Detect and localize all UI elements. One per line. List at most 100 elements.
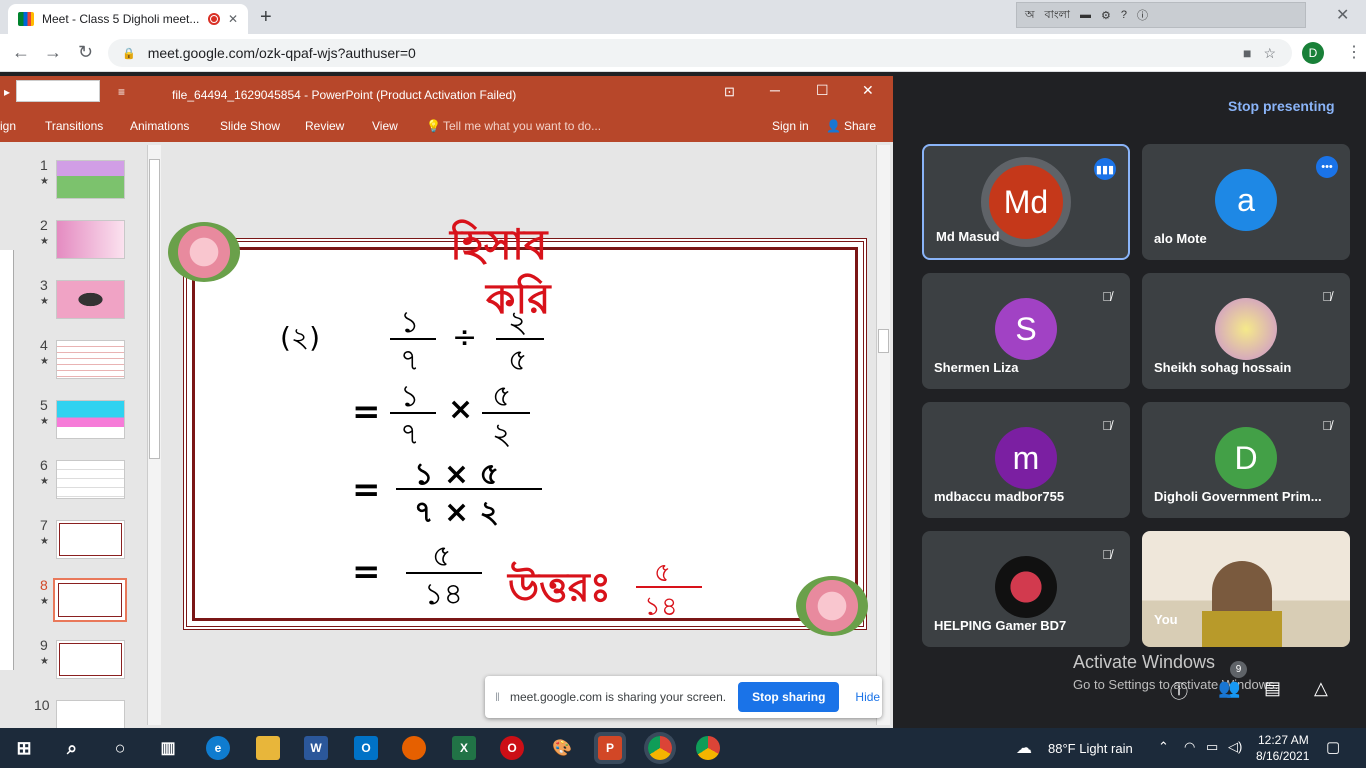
search-icon[interactable]: ⌕ bbox=[60, 736, 84, 760]
activities-icon[interactable]: △ bbox=[1314, 678, 1328, 699]
participant-tile[interactable]: a ••• alo Mote bbox=[1142, 144, 1350, 260]
url-bar[interactable]: 🔒 meet.google.com/ozk-qpaf-wjs?authuser=… bbox=[108, 39, 1292, 67]
thumbnail-scrollbar[interactable] bbox=[147, 145, 161, 725]
forward-icon[interactable]: → bbox=[44, 42, 62, 63]
tab-animations[interactable]: Animations bbox=[130, 119, 189, 133]
participant-tile[interactable]: Md ▮▮▮ Md Masud bbox=[922, 144, 1130, 260]
slide-thumbnail[interactable] bbox=[56, 640, 125, 679]
keyboard-icon[interactable]: ▬ bbox=[1080, 9, 1091, 21]
share-icon[interactable]: 👤 bbox=[826, 119, 841, 133]
tab-slide-show[interactable]: Slide Show bbox=[220, 119, 280, 133]
help-icon[interactable]: ? bbox=[1121, 9, 1127, 21]
scroll-thumb[interactable] bbox=[149, 159, 160, 459]
participant-tile[interactable]: 🎙̸ HELPING Gamer BD7 bbox=[922, 531, 1130, 647]
firefox-icon[interactable] bbox=[402, 736, 426, 760]
stop-sharing-button[interactable]: Stop sharing bbox=[738, 682, 840, 712]
battery-icon[interactable]: ▭ bbox=[1206, 739, 1218, 755]
new-tab-button[interactable]: + bbox=[260, 6, 272, 29]
profile-avatar[interactable]: D bbox=[1302, 42, 1324, 64]
self-video-tile[interactable]: You bbox=[1142, 531, 1350, 647]
settings-icon[interactable]: ⚙ bbox=[1101, 9, 1111, 22]
scroll-thumb[interactable] bbox=[878, 329, 889, 353]
tray-chevron-icon[interactable]: ⌃ bbox=[1158, 739, 1169, 755]
share-button[interactable]: Share bbox=[844, 119, 876, 133]
paint-icon[interactable]: 🎨 bbox=[550, 736, 574, 760]
minimize-icon[interactable]: ─ bbox=[770, 82, 780, 98]
info-icon[interactable]: ⓘ bbox=[1137, 7, 1148, 23]
bookmark-star-icon[interactable]: ☆ bbox=[1263, 45, 1276, 62]
tab-transitions[interactable]: Transitions bbox=[45, 119, 103, 133]
close-window-icon[interactable]: ✕ bbox=[1336, 5, 1349, 25]
clock-time[interactable]: 12:27 AM bbox=[1258, 733, 1309, 747]
language-label[interactable]: বাংলা bbox=[1045, 6, 1070, 25]
menu-dots-icon[interactable]: ⋮ bbox=[1346, 42, 1362, 62]
network-icon[interactable]: ◠ bbox=[1184, 739, 1195, 755]
weather-icon[interactable]: ☁ bbox=[1016, 738, 1032, 758]
powerpoint-titlebar: ▸ ≡ file_64494_1629045854 - PowerPoint (… bbox=[0, 76, 893, 110]
slide-scrollbar[interactable] bbox=[876, 145, 890, 725]
camera-icon[interactable]: ■ bbox=[1243, 45, 1251, 61]
chrome-profile-icon[interactable] bbox=[648, 736, 672, 760]
font-size-box[interactable] bbox=[16, 80, 100, 102]
people-icon[interactable]: 👥 bbox=[1218, 678, 1240, 699]
stop-presenting-button[interactable]: Stop presenting bbox=[1228, 98, 1335, 114]
slide-thumbnail[interactable] bbox=[56, 160, 125, 199]
participant-tile[interactable]: m 🎙̸ mdbaccu madbor755 bbox=[922, 402, 1130, 518]
tab-view[interactable]: View bbox=[372, 119, 398, 133]
hide-button[interactable]: Hide bbox=[855, 690, 880, 704]
slide-thumbnail[interactable] bbox=[56, 220, 125, 259]
close-icon[interactable]: ✕ bbox=[862, 82, 874, 99]
tab-review[interactable]: Review bbox=[305, 119, 344, 133]
language-icon[interactable]: অ bbox=[1025, 6, 1035, 25]
chat-icon[interactable]: ▤ bbox=[1264, 678, 1281, 699]
maximize-icon[interactable]: ☐ bbox=[816, 82, 829, 99]
slide-thumbnail[interactable] bbox=[56, 700, 125, 728]
edge-icon[interactable]: e bbox=[206, 736, 230, 760]
powerpoint-icon[interactable]: P bbox=[598, 736, 622, 760]
volume-icon[interactable]: ◁) bbox=[1228, 739, 1242, 755]
windows-start-icon[interactable]: ⊞ bbox=[12, 736, 36, 760]
reload-icon[interactable]: ↻ bbox=[78, 42, 93, 63]
task-view-icon[interactable]: ▥ bbox=[156, 736, 180, 760]
cortana-icon[interactable]: ○ bbox=[108, 736, 132, 760]
outlook-icon[interactable]: O bbox=[354, 736, 378, 760]
mic-off-icon: 🎙̸ bbox=[1102, 288, 1112, 304]
multiply-operator: × bbox=[448, 392, 474, 427]
word-icon[interactable]: W bbox=[304, 736, 328, 760]
participant-tile[interactable]: D 🎙̸ Digholi Government Prim... bbox=[1142, 402, 1350, 518]
drag-handle-icon[interactable]: ‖ bbox=[495, 690, 500, 704]
screen-share-banner: ‖ meet.google.com is sharing your screen… bbox=[485, 676, 882, 718]
browser-tab[interactable]: Meet - Class 5 Digholi meet... ✕ bbox=[8, 4, 248, 34]
participant-name: mdbaccu madbor755 bbox=[934, 489, 1065, 504]
star-icon: ★ bbox=[40, 476, 49, 487]
slide-thumbnail[interactable] bbox=[56, 340, 125, 379]
info-icon[interactable]: ⓘ bbox=[1170, 678, 1188, 704]
opera-icon[interactable]: O bbox=[500, 736, 524, 760]
clock-date[interactable]: 8/16/2021 bbox=[1256, 749, 1309, 763]
ribbon-display-icon[interactable]: ⊡ bbox=[724, 84, 735, 100]
notification-icon[interactable]: ▢ bbox=[1326, 738, 1340, 756]
weather-text[interactable]: 88°F Light rain bbox=[1048, 741, 1133, 756]
tab-design[interactable]: ign bbox=[0, 119, 16, 133]
customize-toolbar-icon[interactable]: ≡ bbox=[118, 85, 125, 99]
sign-in-link[interactable]: Sign in bbox=[772, 119, 809, 133]
participant-tile[interactable]: S 🎙̸ Shermen Liza bbox=[922, 273, 1130, 389]
star-icon: ★ bbox=[40, 536, 49, 547]
slide-number: 6 bbox=[40, 457, 48, 473]
slide-thumbnail[interactable] bbox=[56, 400, 125, 439]
self-video-clothes bbox=[1202, 611, 1282, 647]
slide-thumbnail-selected[interactable] bbox=[53, 578, 127, 622]
slide-thumbnail[interactable] bbox=[56, 280, 125, 319]
chrome-icon[interactable] bbox=[696, 736, 720, 760]
slide-thumbnail[interactable] bbox=[56, 460, 125, 499]
tell-me-search[interactable]: Tell me what you want to do... bbox=[443, 119, 601, 133]
back-icon[interactable]: ← bbox=[12, 42, 30, 63]
quick-access-arrow-icon[interactable]: ▸ bbox=[4, 85, 10, 99]
excel-icon[interactable]: X bbox=[452, 736, 476, 760]
product-denominator: ৭ × ২ bbox=[414, 495, 500, 530]
tab-close-icon[interactable]: ✕ bbox=[228, 12, 238, 26]
participant-tile[interactable]: 🎙̸ Sheikh sohag hossain bbox=[1142, 273, 1350, 389]
lock-icon[interactable]: 🔒 bbox=[122, 47, 136, 60]
slide-thumbnail[interactable] bbox=[56, 520, 125, 559]
file-explorer-icon[interactable] bbox=[256, 736, 280, 760]
